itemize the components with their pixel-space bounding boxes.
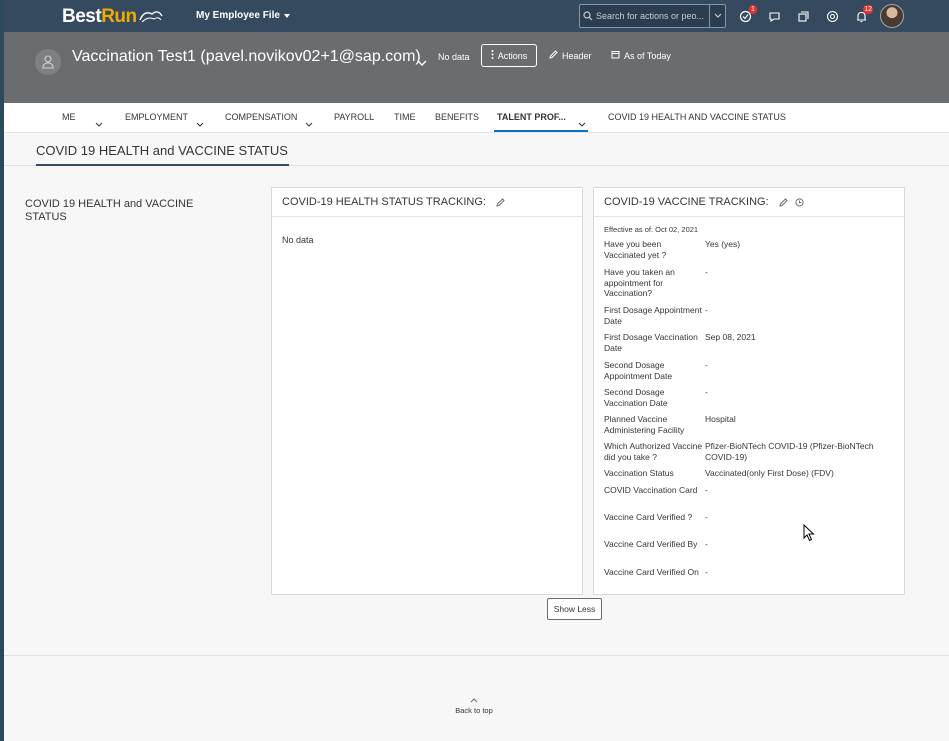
field-value: - <box>705 267 708 277</box>
chevron-down-icon[interactable] <box>95 114 103 132</box>
app-title-menu[interactable]: My Employee File <box>196 10 290 21</box>
field-value: - <box>705 360 708 370</box>
header-link-label: Header <box>562 50 592 61</box>
footer-divider <box>4 655 949 656</box>
employee-header: Vaccination Test1 (pavel.novikov02+1@sap… <box>4 32 949 103</box>
header-no-data: No data <box>438 52 470 62</box>
tab-me[interactable]: ME <box>62 112 76 122</box>
chevron-down-icon[interactable] <box>196 114 204 132</box>
more-vertical-icon <box>491 50 494 61</box>
health-card-title: COVID-19 HEALTH STATUS TRACKING: <box>282 196 486 208</box>
health-card-header: COVID-19 HEALTH STATUS TRACKING: <box>272 188 582 217</box>
field-label: Second Dosage Appointment Date <box>604 360 673 381</box>
field-label: First Dosage Vaccination Date <box>604 332 698 353</box>
pencil-icon[interactable] <box>779 197 789 207</box>
search-dropdown-button[interactable] <box>709 5 725 27</box>
field-value: - <box>705 539 708 549</box>
section-title[interactable]: COVID 19 HEALTH and VACCINE STATUS <box>36 143 288 158</box>
field-label: Have you been Vaccinated yet ? <box>604 239 667 260</box>
search-field[interactable]: Search for actions or peo... <box>579 4 726 28</box>
tab-bar: ME EMPLOYMENT COMPENSATION PAYROLL TIME … <box>4 103 949 133</box>
tab-benefits[interactable]: BENEFITS <box>435 112 479 122</box>
pencil-icon <box>549 50 558 61</box>
tab-payroll[interactable]: PAYROLL <box>334 112 374 122</box>
actions-button[interactable]: Actions <box>481 44 537 67</box>
app-frame: BestRun My Employee File Search for acti… <box>4 0 949 741</box>
header-edit-link[interactable]: Header <box>549 50 592 61</box>
employee-name[interactable]: Vaccination Test1 (pavel.novikov02+1@sap… <box>72 48 421 66</box>
chevron-up-icon <box>445 697 503 706</box>
pencil-icon[interactable] <box>496 197 506 207</box>
alerts-badge: 12 <box>863 5 873 14</box>
logo-run-text: Run <box>101 6 137 27</box>
vaccine-card-title: COVID-19 VACCINE TRACKING: <box>604 196 769 208</box>
section-title-indicator <box>36 164 289 166</box>
tab-employment[interactable]: EMPLOYMENT <box>125 112 188 122</box>
vaccine-tracking-card: COVID-19 VACCINE TRACKING: Effective as … <box>593 187 905 595</box>
field-label: First Dosage Appointment Date <box>604 305 702 326</box>
tab-compensation[interactable]: COMPENSATION <box>225 112 297 122</box>
chat-icon[interactable] <box>766 8 782 24</box>
copy-icon[interactable] <box>795 8 811 24</box>
person-icon <box>35 49 61 75</box>
tab-talent-profile[interactable]: TALENT PROF... <box>497 112 566 122</box>
field-label: Have you taken an appointment for Vaccin… <box>604 267 675 298</box>
field-value: Hospital <box>705 414 736 424</box>
subsection-label: COVID 19 HEALTH and VACCINE STATUS <box>25 198 194 223</box>
search-input[interactable]: Search for actions or peo... <box>596 11 709 21</box>
field-label: Vaccine Card Verified On <box>604 567 699 577</box>
health-no-data: No data <box>282 235 314 245</box>
back-to-top-link[interactable]: Back to top <box>445 697 503 715</box>
field-value: Pfizer-BioNTech COVID-19 (Pfizer-BioNTec… <box>705 441 874 462</box>
chevron-down-icon[interactable] <box>417 54 427 72</box>
help-icon[interactable] <box>824 8 840 24</box>
health-status-card: COVID-19 HEALTH STATUS TRACKING: No data <box>271 187 583 595</box>
actions-label: Actions <box>497 50 528 61</box>
calendar-icon <box>611 50 620 61</box>
field-value: - <box>705 567 708 577</box>
mouse-cursor-icon <box>803 523 815 547</box>
section-header: COVID 19 HEALTH and VACCINE STATUS <box>4 134 949 166</box>
field-label: Vaccination Status <box>604 468 674 478</box>
field-label: Planned Vaccine Administering Facility <box>604 414 685 435</box>
field-value: Vaccinated(only First Dose) (FDV) <box>705 468 834 478</box>
show-less-button[interactable]: Show Less <box>547 598 602 620</box>
chevron-down-icon[interactable] <box>305 114 313 132</box>
notifications-icon[interactable]: 1 <box>737 5 757 24</box>
back-to-top-label: Back to top <box>455 706 493 715</box>
field-label: Vaccine Card Verified ? <box>604 512 693 522</box>
field-value: - <box>705 387 708 397</box>
bell-icon[interactable]: 12 <box>853 5 873 24</box>
vaccine-card-header: COVID-19 VACCINE TRACKING: <box>594 188 904 217</box>
app-title: My Employee File <box>196 10 280 21</box>
field-label: Which Authorized Vaccine did you take ? <box>604 441 703 462</box>
field-label: COVID Vaccination Card <box>604 485 698 495</box>
caret-down-icon <box>283 13 290 18</box>
history-icon[interactable] <box>795 197 805 207</box>
field-value: Sep 08, 2021 <box>705 332 756 342</box>
cloud-logo-icon <box>138 11 163 23</box>
field-label: Vaccine Card Verified By <box>604 539 698 549</box>
logo-best-text: Best <box>62 6 102 27</box>
bestrun-logo[interactable]: BestRun <box>62 5 164 29</box>
tab-covid-status[interactable]: COVID 19 HEALTH AND VACCINE STATUS <box>608 112 786 122</box>
effective-date: Effective as of: Oct 02, 2021 <box>604 225 699 234</box>
active-tab-indicator <box>494 130 588 132</box>
as-of-label: As of Today <box>624 50 671 61</box>
tab-time[interactable]: TIME <box>394 112 416 122</box>
search-icon <box>580 5 596 27</box>
notifications-badge: 1 <box>749 5 757 14</box>
field-value: - <box>705 485 708 495</box>
as-of-today-link[interactable]: As of Today <box>611 50 671 61</box>
shell-bar: BestRun My Employee File Search for acti… <box>4 0 949 32</box>
field-value: - <box>705 512 708 522</box>
field-value: - <box>705 305 708 315</box>
user-avatar[interactable] <box>880 4 904 28</box>
field-label: Second Dosage Vaccination Date <box>604 387 668 408</box>
field-value: Yes (yes) <box>705 239 741 249</box>
